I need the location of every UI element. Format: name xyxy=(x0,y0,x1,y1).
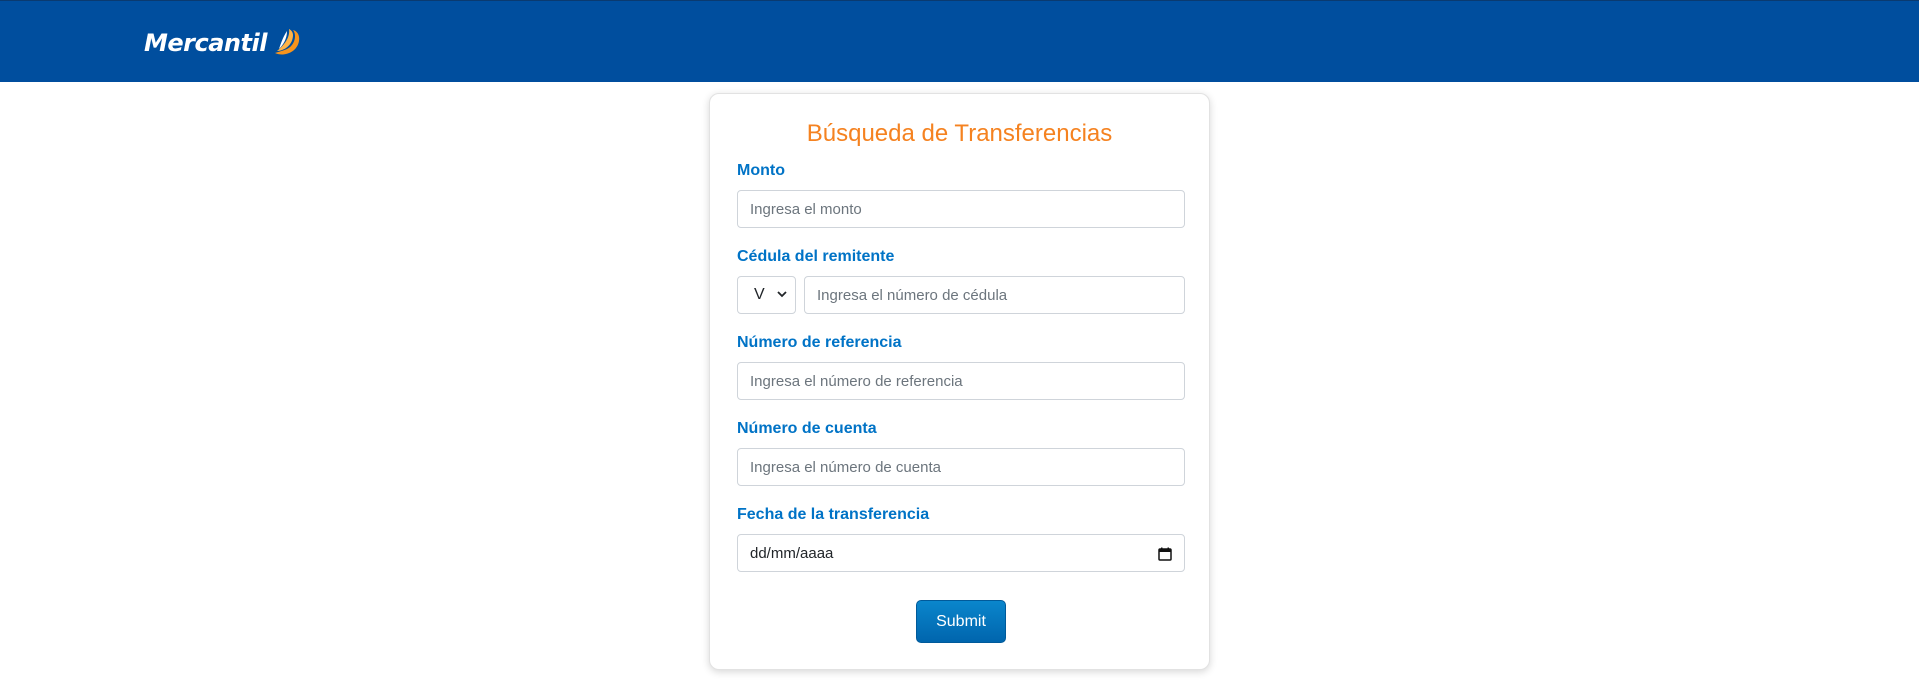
fecha-date-input[interactable]: dd/mm/aaaa xyxy=(737,534,1185,572)
cuenta-input[interactable] xyxy=(737,448,1185,486)
referencia-label: Número de referencia xyxy=(737,334,902,351)
search-form-card: Búsqueda de Transferencias Monto Cédula … xyxy=(709,93,1210,670)
cedula-label: Cédula del remitente xyxy=(737,248,895,265)
brand-swoosh-icon xyxy=(274,29,300,55)
top-navigation-bar: Mercantil xyxy=(0,0,1919,82)
page-title: Búsqueda de Transferencias xyxy=(806,120,1113,147)
fecha-date-value: dd/mm/aaaa xyxy=(750,544,834,562)
calendar-icon[interactable] xyxy=(1158,547,1172,561)
monto-label: Monto xyxy=(737,162,785,179)
referencia-input[interactable] xyxy=(737,362,1185,400)
fecha-label: Fecha de la transferencia xyxy=(737,506,930,523)
submit-button[interactable]: Submit xyxy=(916,600,1006,643)
cedula-prefix-select[interactable]: V xyxy=(737,276,796,314)
brand-logo[interactable]: Mercantil xyxy=(144,25,303,61)
cuenta-label: Número de cuenta xyxy=(737,420,877,437)
chevron-down-icon xyxy=(777,291,787,298)
cedula-prefix-value: V xyxy=(754,286,765,303)
brand-logo-text: Mercantil xyxy=(144,29,267,57)
monto-input[interactable] xyxy=(737,190,1185,228)
cedula-input[interactable] xyxy=(804,276,1185,314)
